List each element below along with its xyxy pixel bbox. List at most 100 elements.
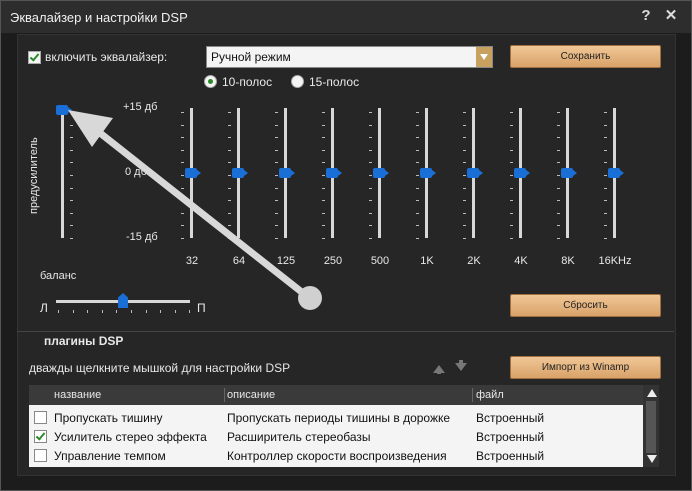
- balance-tick: [174, 310, 176, 313]
- band-tick: [510, 175, 513, 176]
- band-tick: [181, 212, 184, 214]
- band-tick: [275, 187, 278, 189]
- table-row[interactable]: Пропускать тишину Пропускать периоды тиши…: [29, 408, 643, 427]
- band-slider-knob-0[interactable]: [185, 168, 201, 178]
- band-frequency-label: 4K: [514, 255, 528, 267]
- band-slider-knob-5[interactable]: [420, 168, 436, 178]
- column-description[interactable]: описание: [227, 389, 275, 401]
- band-tick: [416, 212, 419, 214]
- plugins-table-header: название описание файл: [29, 385, 643, 405]
- band-tick: [228, 225, 231, 227]
- column-separator: [472, 388, 473, 402]
- column-name[interactable]: название: [54, 389, 101, 401]
- plugins-scrollbar[interactable]: [643, 385, 659, 467]
- db-top-label: +15 дб: [123, 101, 158, 113]
- preset-dropdown[interactable]: Ручной режим: [206, 46, 493, 68]
- plugin-file: Встроенный: [476, 411, 545, 425]
- band-tick: [557, 137, 560, 139]
- band-tick: [275, 225, 278, 227]
- band-tick: [181, 112, 184, 113]
- band-tick: [416, 149, 419, 151]
- preamp-track[interactable]: [61, 108, 64, 238]
- mode-15-label: 15-полос: [309, 75, 360, 89]
- band-tick: [463, 137, 466, 139]
- band-tick: [275, 175, 278, 176]
- band-tick: [604, 238, 607, 239]
- band-tick: [369, 212, 372, 214]
- band-tick: [322, 137, 325, 139]
- scroll-down-icon[interactable]: [647, 455, 657, 463]
- mode-15-radio[interactable]: [291, 75, 304, 88]
- band-tick: [369, 137, 372, 139]
- band-tick: [369, 200, 372, 202]
- close-icon[interactable]: ✕: [663, 8, 679, 24]
- table-row[interactable]: Управление темпом Контроллер скорости вос…: [29, 446, 643, 465]
- reset-button[interactable]: Сбросить: [510, 294, 661, 317]
- band-tick: [557, 162, 560, 164]
- column-file[interactable]: файл: [476, 389, 504, 401]
- enable-eq-checkbox[interactable]: [28, 51, 41, 64]
- band-tick: [557, 225, 560, 227]
- band-tick: [322, 112, 325, 113]
- band-tick: [322, 212, 325, 214]
- band-frequency-label: 125: [276, 255, 296, 267]
- plugin-checkbox[interactable]: [34, 449, 47, 462]
- band-slider-knob-2[interactable]: [279, 168, 295, 178]
- band-slider-knob-3[interactable]: [326, 168, 342, 178]
- balance-right-label: П: [197, 301, 206, 315]
- plugin-checkbox[interactable]: [34, 430, 47, 443]
- band-tick: [275, 124, 278, 126]
- band-tick: [557, 212, 560, 214]
- band-slider-knob-1[interactable]: [232, 168, 248, 178]
- table-row[interactable]: Усилитель стерео эффекта Расширитель стер…: [29, 427, 643, 446]
- band-slider-knob-9[interactable]: [608, 168, 624, 178]
- band-slider-knob-7[interactable]: [514, 168, 530, 178]
- band-tick: [604, 149, 607, 151]
- band-tick: [510, 124, 513, 126]
- plugins-table-body: Пропускать тишину Пропускать периоды тиши…: [29, 405, 643, 467]
- band-tick: [463, 175, 466, 176]
- band-tick: [463, 162, 466, 164]
- balance-tick: [72, 310, 74, 313]
- band-slider-knob-4[interactable]: [373, 168, 389, 178]
- band-tick: [510, 187, 513, 189]
- preamp-tick: [70, 187, 73, 189]
- band-tick: [322, 187, 325, 189]
- band-slider-knob-6[interactable]: [467, 168, 483, 178]
- dsp-hint-text: дважды щелкните мышкой для настройки DSP: [29, 361, 291, 375]
- band-tick: [463, 200, 466, 202]
- move-up-icon[interactable]: [433, 365, 445, 374]
- band-tick: [463, 238, 466, 239]
- band-tick: [557, 175, 560, 176]
- preamp-tick: [70, 149, 73, 151]
- band-tick: [416, 162, 419, 164]
- band-tick: [228, 112, 231, 113]
- band-tick: [604, 175, 607, 176]
- window-title: Эквалайзер и настройки DSP: [10, 10, 188, 25]
- band-slider-knob-8[interactable]: [561, 168, 577, 178]
- band-tick: [604, 187, 607, 189]
- preamp-label: предусилитель: [28, 137, 40, 214]
- plugin-file: Встроенный: [476, 449, 545, 463]
- scroll-up-icon[interactable]: [647, 389, 657, 397]
- chevron-down-icon[interactable]: [476, 47, 492, 67]
- band-tick: [322, 175, 325, 176]
- balance-tick: [160, 310, 162, 313]
- save-button[interactable]: Сохранить: [510, 45, 661, 68]
- band-tick: [181, 200, 184, 202]
- help-icon[interactable]: ?: [638, 8, 654, 24]
- band-tick: [369, 175, 372, 176]
- band-tick: [181, 187, 184, 189]
- plugin-checkbox[interactable]: [34, 411, 47, 424]
- band-frequency-label: 500: [370, 255, 390, 267]
- preset-value: Ручной режим: [211, 50, 291, 64]
- scroll-thumb[interactable]: [646, 401, 656, 453]
- mode-10-label: 10-полос: [222, 75, 273, 89]
- import-winamp-button[interactable]: Импорт из Winamp: [510, 356, 661, 379]
- band-tick: [510, 225, 513, 227]
- band-tick: [181, 225, 184, 227]
- band-tick: [322, 225, 325, 227]
- move-down-icon[interactable]: [455, 360, 467, 371]
- mode-10-radio[interactable]: [204, 75, 217, 88]
- preamp-slider-knob[interactable]: [56, 105, 72, 115]
